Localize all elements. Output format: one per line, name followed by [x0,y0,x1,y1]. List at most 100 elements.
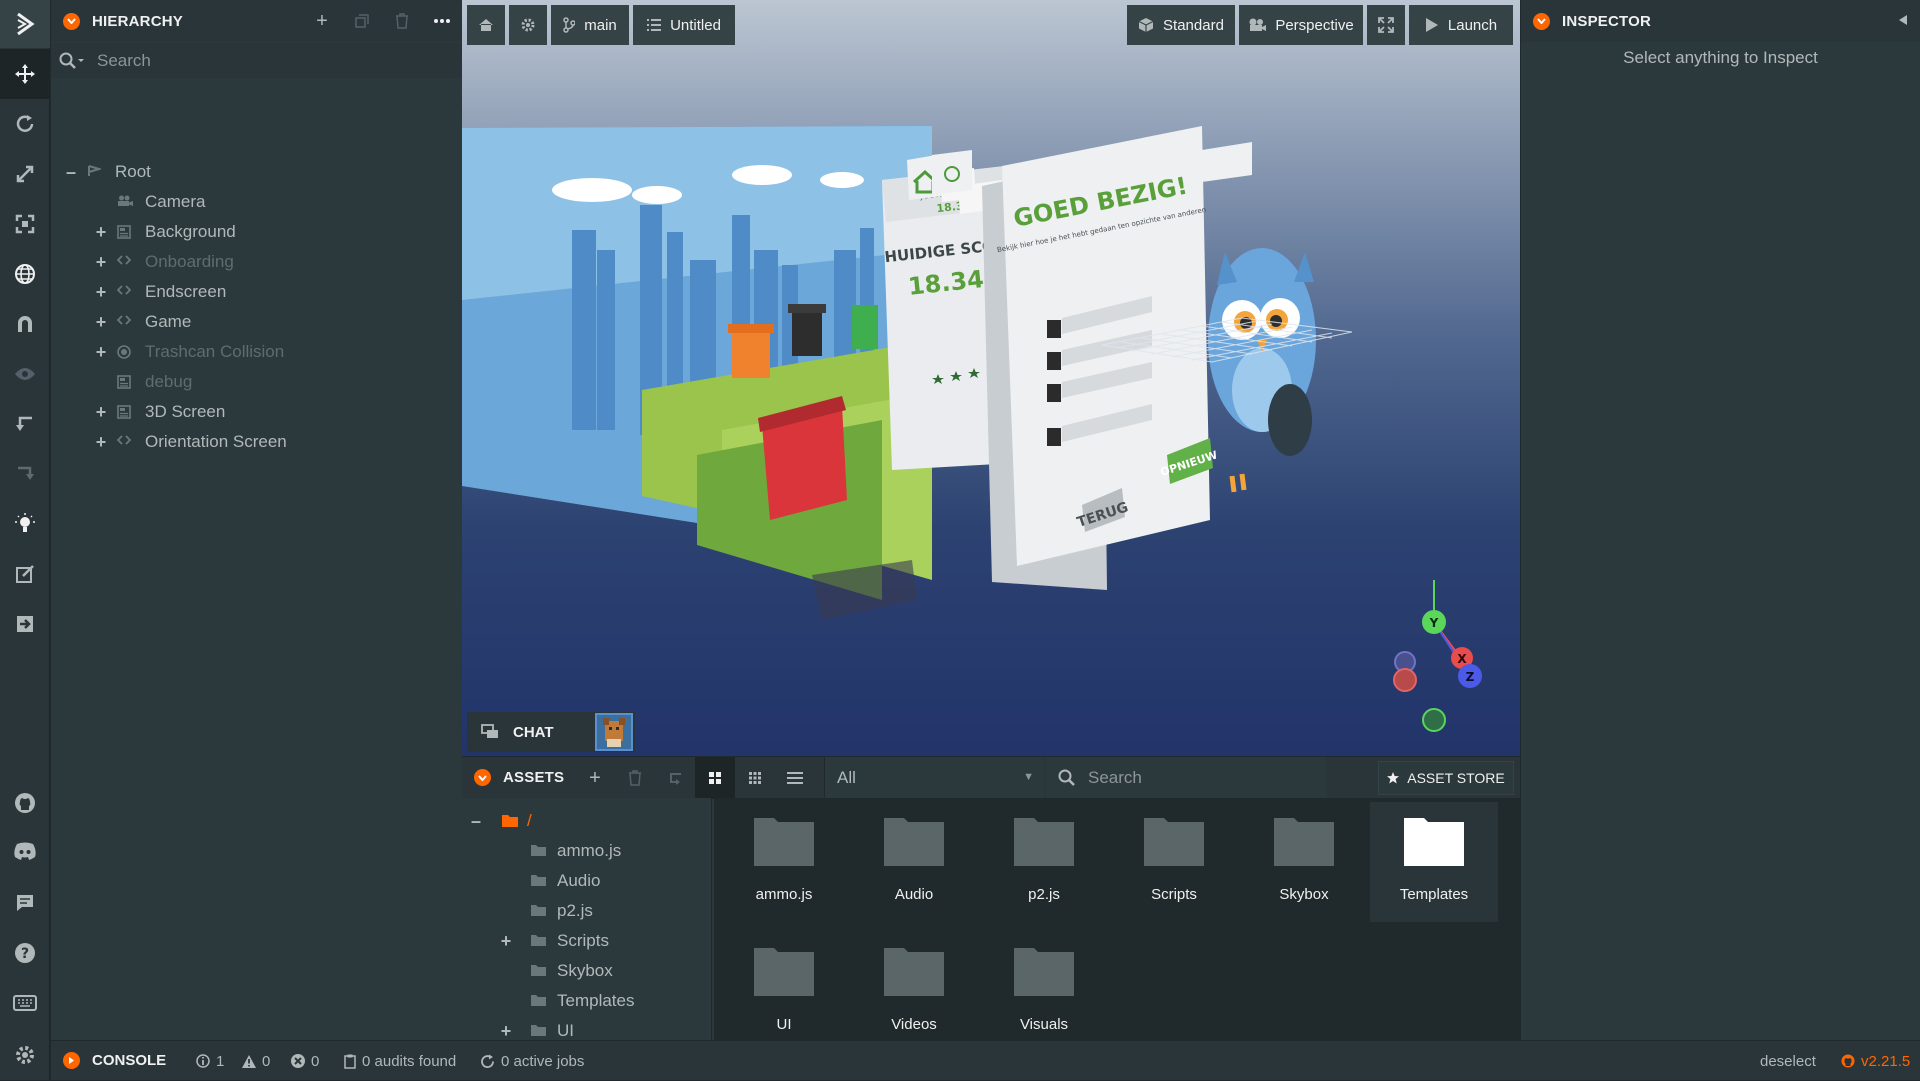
asset-store-button[interactable]: ASSET STORE [1378,761,1514,795]
render-mode-button[interactable]: Standard [1127,5,1235,45]
help-icon[interactable]: ? [0,928,50,978]
jobs-status[interactable]: 0 active jobs [480,1041,584,1081]
world-space-icon[interactable] [0,249,50,299]
hierarchy-entity-orientation-screen[interactable]: + Orientation Screen [51,427,462,457]
version-link[interactable]: v2.21.5 [1841,1041,1910,1081]
feedback-icon[interactable] [0,878,50,928]
asset-tile-scripts[interactable]: Scripts [1110,802,1238,922]
view-list-button[interactable] [775,757,815,799]
scene-list-button[interactable]: Untitled [633,5,735,45]
scene-render[interactable]: HUIDIGE SCORE: 18.341 JOUW HIGHSCORE 18.… [462,0,1520,756]
expand-icon[interactable]: + [498,1021,514,1042]
hierarchy-entity-background[interactable]: + Background [51,217,462,247]
console-title[interactable]: CONSOLE [92,1052,166,1069]
github-icon[interactable] [0,778,50,828]
asset-tile-skybox[interactable]: Skybox [1240,802,1368,922]
asset-folder-templates[interactable]: Templates [462,986,712,1016]
hierarchy-entity-game[interactable]: + Game [51,307,462,337]
folder-up-button[interactable] [655,757,695,799]
asset-tile-ui[interactable]: UI [720,932,848,1052]
rotate-tool-icon[interactable] [0,99,50,149]
warning-count-value: 0 [262,1052,271,1070]
expand-icon[interactable]: + [93,282,109,303]
user-avatar[interactable] [595,713,633,751]
resize-element-icon[interactable] [0,199,50,249]
audits-status[interactable]: 0 audits found [344,1041,456,1081]
home-button[interactable] [467,5,505,45]
duplicate-entity-button[interactable] [342,0,382,42]
lightmapper-bulb-icon[interactable] [0,499,50,549]
collapse-panel-icon[interactable] [474,769,491,786]
info-count[interactable]: 1 [196,1041,224,1081]
hierarchy-entity-camera[interactable]: Camera [51,187,462,217]
asset-folder-audio[interactable]: Audio [462,866,712,896]
view-small-grid-button[interactable] [735,757,775,799]
hierarchy-entity-debug[interactable]: debug [51,367,462,397]
scene-viewport[interactable]: HUIDIGE SCORE: 18.341 JOUW HIGHSCORE 18.… [462,0,1520,756]
publish-icon[interactable] [0,599,50,649]
hierarchy-entity-trashcan-collision[interactable]: + Trashcan Collision [51,337,462,367]
asset-folder-p2-js[interactable]: p2.js [462,896,712,926]
hierarchy-entity-root[interactable]: – Root [51,157,462,187]
discord-icon[interactable] [0,826,50,876]
asset-tile-audio[interactable]: Audio [850,802,978,922]
asset-tile-p2-js[interactable]: p2.js [980,802,1108,922]
add-entity-button[interactable]: + [302,0,342,42]
branch-button[interactable]: main [551,5,629,45]
asset-folder-scripts[interactable]: + Scripts [462,926,712,956]
asset-tile-visuals[interactable]: Visuals [980,932,1108,1052]
asset-root-folder[interactable]: – / [462,806,712,836]
asset-folder-ammo-js[interactable]: ammo.js [462,836,712,866]
console-toggle-icon[interactable] [63,1052,80,1069]
add-asset-button[interactable]: + [575,757,615,799]
expand-icon[interactable]: + [93,312,109,333]
expand-icon[interactable]: + [93,402,109,423]
collapse-icon[interactable]: – [63,162,79,183]
collapse-icon[interactable]: – [468,811,484,832]
asset-folder-skybox[interactable]: Skybox [462,956,712,986]
scale-tool-icon[interactable] [0,149,50,199]
hierarchy-entity-onboarding[interactable]: + Onboarding [51,247,462,277]
eye-icon[interactable] [0,349,50,399]
camera-select-button[interactable]: Perspective [1239,5,1363,45]
search-icon [59,52,84,69]
settings-gear-icon[interactable] [0,1030,50,1080]
asset-tile-label: Videos [891,1016,937,1033]
maximize-viewport-button[interactable] [1367,5,1405,45]
asset-tile-templates[interactable]: Templates [1370,802,1498,922]
error-count[interactable]: 0 [291,1041,319,1081]
warning-count[interactable]: 0 [242,1041,270,1081]
asset-tile-videos[interactable]: Videos [850,932,978,1052]
hierarchy-entity-endscreen[interactable]: + Endscreen [51,277,462,307]
chat-widget[interactable]: CHAT [467,712,635,752]
asset-search-input[interactable]: Search [1046,757,1326,799]
redo-icon[interactable] [0,449,50,499]
settings-button[interactable] [509,5,547,45]
delete-asset-button[interactable] [615,757,655,799]
playcanvas-logo-icon[interactable] [0,0,50,48]
collapse-panel-icon[interactable] [1533,12,1550,30]
hierarchy-entity-3d-screen[interactable]: +3D Screen [51,397,462,427]
expand-icon[interactable]: + [93,432,109,453]
collapse-panel-icon[interactable] [63,12,80,30]
magnet-snap-icon[interactable] [0,299,50,349]
code-editor-icon[interactable] [0,549,50,599]
asset-type-filter[interactable]: All ▼ [824,757,1044,799]
more-options-button[interactable] [422,0,462,42]
expand-icon[interactable]: + [498,931,514,952]
view-large-grid-button[interactable] [695,757,735,799]
delete-entity-button[interactable] [382,0,422,42]
audits-label: 0 audits found [362,1052,457,1070]
keyboard-shortcuts-icon[interactable] [0,978,50,1028]
expand-icon[interactable]: + [93,222,109,243]
deselect-button[interactable]: deselect [1760,1041,1816,1081]
panel-toggle-arrow-icon[interactable] [1898,14,1908,26]
translate-tool-icon[interactable] [0,49,50,99]
launch-button[interactable]: Launch [1409,5,1513,45]
expand-icon[interactable]: + [93,342,109,363]
asset-tile-ammo-js[interactable]: ammo.js [720,802,848,922]
orientation-gizmo[interactable]: Y X Z [1393,580,1482,732]
expand-icon[interactable]: + [93,252,109,273]
hierarchy-search[interactable]: Search [51,42,462,78]
undo-icon[interactable] [0,399,50,449]
